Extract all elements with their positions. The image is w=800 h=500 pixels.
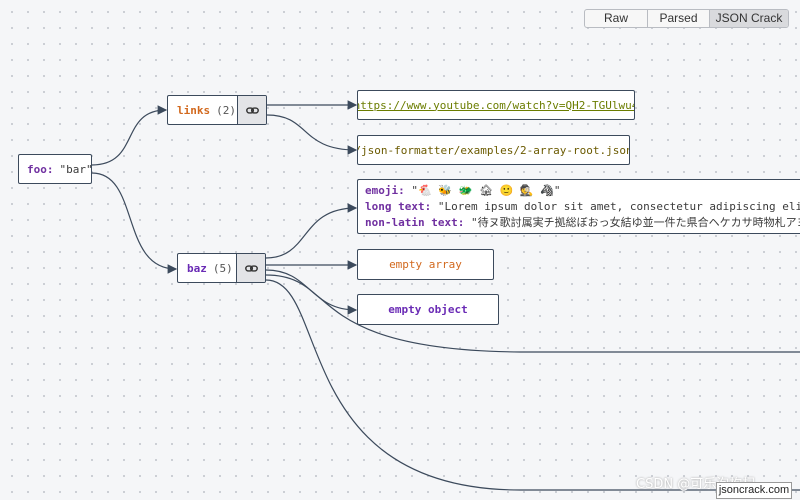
long-text-row: long text: "Lorem ipsum dolor sit amet, … — [365, 199, 800, 215]
links-count: (2) — [216, 103, 236, 117]
edge-baz-details — [265, 203, 358, 259]
non-latin-value: "待ヌ歌討属実チ拠総ぼおっ女結ゆ並一件た県合ヘケカサ時物札アヨトコ両情ホ新9情ろ — [470, 215, 800, 229]
url-node[interactable]: https://www.youtube.com/watch?v=QH2-TGUl… — [357, 90, 635, 120]
path-node[interactable]: /json-formatter/examples/2-array-root.js… — [357, 135, 630, 165]
emoji-key: emoji: — [365, 183, 405, 197]
baz-key: baz — [187, 261, 207, 275]
root-node[interactable]: foo: "bar" — [18, 154, 92, 184]
link-icon — [244, 264, 258, 272]
details-node[interactable]: emoji: "🐔 🐝 🐲 🏚 🙂 🕵 🦓" long text: "Lorem… — [357, 179, 800, 234]
empty-object-label: empty object — [388, 303, 468, 316]
link-icon — [245, 106, 259, 114]
root-key: foo: — [27, 162, 54, 176]
long-text-key: long text: — [365, 199, 432, 213]
empty-array-node[interactable]: empty array — [357, 249, 494, 280]
non-latin-row: non-latin text: "待ヌ歌討属実チ拠総ぼおっ女結ゆ並一件た県合ヘケ… — [365, 215, 800, 231]
links-key: links — [177, 103, 211, 117]
edge-root-links — [91, 105, 168, 166]
baz-count: (5) — [212, 261, 233, 275]
baz-expand-button[interactable] — [236, 254, 265, 282]
edge-baz-offscreen-1 — [265, 274, 800, 353]
non-latin-key: non-latin text: — [365, 215, 465, 229]
edge-baz-offscreen-2 — [265, 279, 800, 491]
emoji-value: "🐔 🐝 🐲 🏚 🙂 🕵 🦓" — [411, 183, 561, 197]
emoji-row: emoji: "🐔 🐝 🐲 🏚 🙂 🕵 🦓" — [365, 183, 561, 199]
long-text-value: "Lorem ipsum dolor sit amet, consectetur… — [437, 199, 800, 213]
url-link[interactable]: https://www.youtube.com/watch?v=QH2-TGUl… — [358, 99, 634, 112]
links-node[interactable]: links (2) — [167, 95, 267, 125]
baz-node[interactable]: baz (5) — [177, 253, 266, 283]
links-expand-button[interactable] — [237, 96, 266, 124]
empty-array-label: empty array — [389, 258, 462, 271]
jsoncrack-brand-link[interactable]: jsoncrack.com — [716, 482, 792, 499]
root-value: "bar" — [59, 162, 92, 176]
edge-root-baz — [91, 172, 178, 274]
path-value: /json-formatter/examples/2-array-root.js… — [357, 143, 630, 157]
empty-object-node[interactable]: empty object — [357, 294, 499, 325]
edge-links-path — [266, 114, 358, 155]
